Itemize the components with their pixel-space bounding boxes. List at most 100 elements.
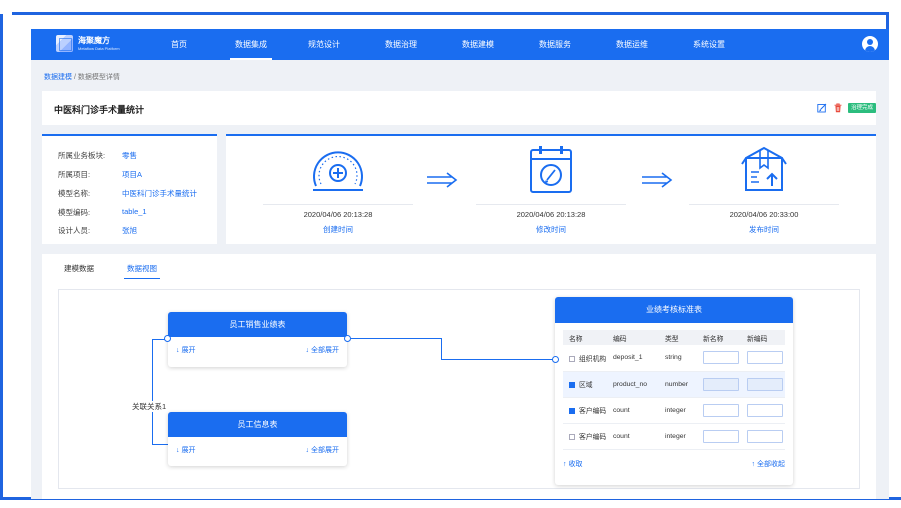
nav-item-integration[interactable]: 数据集成 (228, 29, 274, 60)
speedometer-icon (313, 151, 363, 191)
timeline-item-published: 2020/04/06 20:33:00 发布时间 (689, 144, 839, 244)
table-row[interactable]: 客户编码 count integer (563, 423, 785, 450)
table-row[interactable]: 区域 product_no number (563, 371, 785, 398)
tab-model-data[interactable]: 建模数据 (64, 263, 94, 279)
nav-item-settings[interactable]: 系统设置 (686, 29, 732, 60)
new-code-input[interactable] (747, 403, 783, 417)
nav-item-service[interactable]: 数据服务 (532, 29, 578, 60)
info-value[interactable]: 项目A (122, 169, 142, 179)
new-code-input[interactable] (747, 429, 783, 443)
info-row-model-name: 模型名称: 中医科门诊手术量统计 (58, 188, 197, 198)
info-value[interactable]: 零售 (122, 150, 137, 160)
new-name-input[interactable] (703, 377, 739, 391)
staff-expand-button[interactable]: ↓ 展开 (176, 445, 195, 455)
frame-left-border (0, 14, 3, 499)
published-label: 发布时间 (749, 225, 779, 234)
new-code-input[interactable] (747, 377, 783, 391)
app-window: 海聚魔方 Metaflow Data Platform 首页 数据集成 规范设计… (31, 29, 889, 499)
modified-date: 2020/04/06 20:13:28 (516, 210, 586, 219)
relation-line (152, 444, 168, 445)
info-label: 所属业务板块: (58, 151, 106, 160)
created-date: 2020/04/06 20:13:28 (303, 210, 373, 219)
info-value[interactable]: 张旭 (122, 225, 137, 235)
table-link-line (351, 338, 441, 339)
model-info-card: 所属业务板块: 零售 所属项目: 项目A 模型名称: 中医科门诊手术量统计 模型… (42, 134, 217, 244)
new-name-input[interactable] (703, 429, 739, 443)
standard-table-title: 业绩考核标准表 (555, 297, 793, 323)
field-table: 名称 编码 类型 新名称 新编码 组织机构 deposit_1 string 区… (563, 330, 785, 450)
new-name-input[interactable] (703, 403, 739, 417)
timeline-item-modified: 2020/04/06 20:13:28 修改时间 (476, 144, 626, 244)
info-row-designer: 设计人员: 张旭 (58, 225, 137, 235)
published-date: 2020/04/06 20:33:00 (729, 210, 799, 219)
nav-item-home[interactable]: 首页 (159, 29, 199, 60)
staff-info-table-node[interactable]: 员工信息表 ↓ 展开 ↓ 全部展开 (168, 412, 347, 466)
detail-tabs: 建模数据 数据视图 (64, 263, 160, 279)
double-arrow-right-icon (427, 172, 458, 188)
field-table-header: 名称 编码 类型 新名称 新编码 (563, 330, 785, 345)
frame-top-border (12, 12, 889, 15)
nav-item-operations[interactable]: 数据运维 (609, 29, 655, 60)
staff-table-title: 员工信息表 (168, 412, 347, 437)
new-code-input[interactable] (747, 351, 783, 365)
top-navigation-bar: 海聚魔方 Metaflow Data Platform 首页 数据集成 规范设计… (31, 29, 889, 60)
connector-dot[interactable] (344, 335, 351, 342)
connector-dot[interactable] (552, 356, 559, 363)
delete-icon[interactable] (833, 103, 843, 113)
info-label: 模型名称: (58, 189, 91, 198)
main-nav: 首页 数据集成 规范设计 数据治理 数据建模 数据服务 数据运维 系统设置 (159, 29, 732, 60)
row-checkbox[interactable] (569, 382, 575, 389)
timeline-card: 2020/04/06 20:13:28 创建时间 2020/04/06 20:1… (226, 134, 876, 244)
cube-logo-icon (56, 35, 73, 52)
nav-item-standards[interactable]: 规范设计 (301, 29, 347, 60)
breadcrumb: 数据建模 / 数据模型详情 (44, 72, 120, 82)
row-checkbox[interactable] (569, 408, 575, 415)
info-value[interactable]: 中医科门诊手术量统计 (122, 188, 197, 198)
collapse-button[interactable]: ↑ 收取 (563, 459, 582, 469)
logo[interactable]: 海聚魔方 Metaflow Data Platform (56, 35, 120, 52)
logo-subtitle: Metaflow Data Platform (78, 45, 120, 51)
timeline-item-created: 2020/04/06 20:13:28 创建时间 (263, 144, 413, 244)
info-label: 模型编码: (58, 208, 91, 217)
performance-standard-table-node[interactable]: 业绩考核标准表 名称 编码 类型 新名称 新编码 组织机构 deposit_1 … (555, 297, 793, 485)
table-link-line (441, 359, 556, 360)
calendar-edit-icon (530, 146, 572, 193)
row-checkbox[interactable] (569, 434, 575, 441)
info-row-model-code: 模型编码: table_1 (58, 207, 147, 217)
diagram-canvas: 关联关系1 员工销售业绩表 ↓ 展开 ↓ 全部展开 员工信息表 ↓ 展开 ↓ 全… (58, 289, 860, 489)
modified-label: 修改时间 (536, 225, 566, 234)
row-checkbox[interactable] (569, 355, 575, 362)
breadcrumb-parent-link[interactable]: 数据建模 (44, 74, 72, 81)
info-row-project: 所属项目: 项目A (58, 169, 142, 179)
sales-table-title: 员工销售业绩表 (168, 312, 347, 337)
double-arrow-right-icon (642, 172, 673, 188)
user-avatar-icon[interactable] (862, 36, 878, 52)
tab-data-view[interactable]: 数据视图 (124, 263, 160, 279)
info-label: 所属项目: (58, 170, 91, 179)
logo-title: 海聚魔方 (78, 35, 110, 45)
created-label: 创建时间 (323, 225, 353, 234)
model-detail-card: 建模数据 数据视图 关联关系1 员工销售业绩表 ↓ 展开 ↓ 全部展开 员工信息… (42, 254, 876, 499)
table-link-line (441, 338, 442, 360)
status-badge: 治理完成 (848, 103, 876, 113)
page-title: 中医科门诊手术量统计 (54, 105, 145, 115)
table-row[interactable]: 客户编码 count integer (563, 397, 785, 424)
info-row-business: 所属业务板块: 零售 (58, 150, 137, 160)
info-label: 设计人员: (58, 226, 91, 235)
info-value[interactable]: table_1 (122, 207, 147, 217)
sales-expand-all-button[interactable]: ↓ 全部展开 (306, 345, 339, 355)
table-row[interactable]: 组织机构 deposit_1 string (563, 345, 785, 372)
sales-performance-table-node[interactable]: 员工销售业绩表 ↓ 展开 ↓ 全部展开 (168, 312, 347, 367)
sales-expand-button[interactable]: ↓ 展开 (176, 345, 195, 355)
staff-expand-all-button[interactable]: ↓ 全部展开 (306, 445, 339, 455)
new-name-input[interactable] (703, 351, 739, 365)
package-upload-icon (741, 146, 787, 191)
collapse-all-button[interactable]: ↑ 全部收起 (752, 459, 785, 469)
edit-icon[interactable] (817, 103, 827, 113)
relation-label[interactable]: 关联关系1 (131, 401, 168, 412)
title-card: 中医科门诊手术量统计 治理完成 (42, 91, 876, 125)
nav-item-governance[interactable]: 数据治理 (378, 29, 424, 60)
connector-dot[interactable] (164, 335, 171, 342)
relation-line (152, 339, 153, 445)
nav-item-modeling[interactable]: 数据建模 (455, 29, 501, 60)
